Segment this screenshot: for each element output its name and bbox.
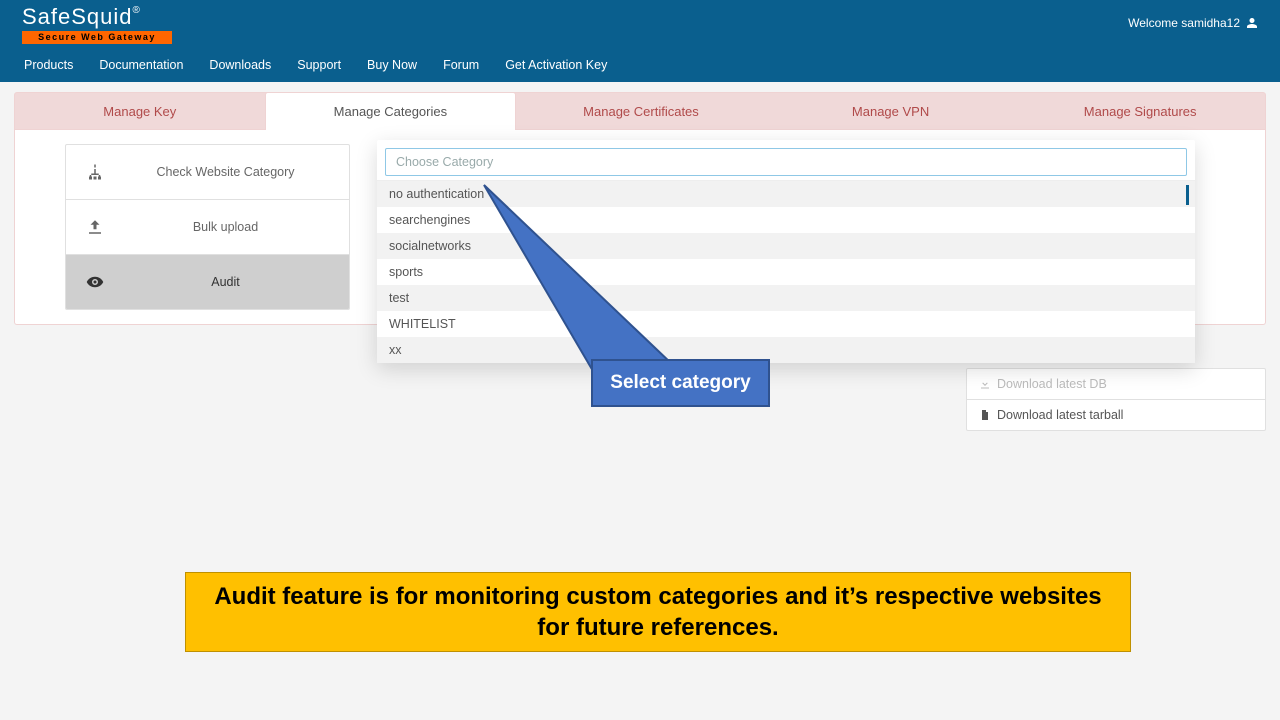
- tab-content: Check Website Category Bulk upload Audit…: [14, 130, 1266, 325]
- download-box: Download latest DB Download latest tarba…: [966, 368, 1266, 431]
- category-input-wrap: [385, 148, 1187, 176]
- side-item-audit[interactable]: Audit: [66, 255, 349, 309]
- user-icon: [1246, 17, 1258, 29]
- category-option[interactable]: test: [377, 285, 1195, 311]
- category-dropdown: no authentication searchengines socialne…: [377, 140, 1195, 363]
- category-option[interactable]: sports: [377, 259, 1195, 285]
- nav-support[interactable]: Support: [297, 58, 341, 72]
- nav-forum[interactable]: Forum: [443, 58, 479, 72]
- side-menu: Check Website Category Bulk upload Audit: [65, 144, 350, 310]
- upload-icon: [86, 218, 104, 236]
- tab-strip: Manage Key Manage Categories Manage Cert…: [14, 92, 1266, 130]
- category-input[interactable]: [386, 149, 1186, 175]
- nav-products[interactable]: Products: [24, 58, 73, 72]
- category-options[interactable]: no authentication searchengines socialne…: [377, 180, 1195, 363]
- download-icon: [979, 378, 991, 390]
- side-item-label: Audit: [122, 275, 329, 289]
- file-icon: [979, 409, 991, 421]
- logo-registered: ®: [133, 5, 140, 16]
- nav-downloads[interactable]: Downloads: [209, 58, 271, 72]
- page-body: Manage Key Manage Categories Manage Cert…: [0, 82, 1280, 335]
- logo-text: SafeSquid: [22, 4, 133, 29]
- category-option[interactable]: socialnetworks: [377, 233, 1195, 259]
- top-header: SafeSquid® Secure Web Gateway Welcome sa…: [0, 0, 1280, 82]
- side-item-label: Check Website Category: [122, 165, 329, 179]
- category-option[interactable]: xx: [377, 337, 1195, 363]
- info-banner-text: Audit feature is for monitoring custom c…: [214, 583, 1101, 641]
- brand-logo: SafeSquid® Secure Web Gateway: [22, 6, 1258, 44]
- tab-manage-categories[interactable]: Manage Categories: [265, 92, 517, 130]
- welcome-text: Welcome samidha12: [1128, 16, 1240, 30]
- tab-manage-certificates[interactable]: Manage Certificates: [516, 93, 766, 129]
- download-box-header: Download latest DB: [967, 369, 1265, 400]
- side-item-bulk-upload[interactable]: Bulk upload: [66, 200, 349, 255]
- eye-icon: [86, 273, 104, 291]
- category-option[interactable]: searchengines: [377, 207, 1195, 233]
- tab-manage-key[interactable]: Manage Key: [15, 93, 265, 129]
- nav-get-activation-key[interactable]: Get Activation Key: [505, 58, 607, 72]
- logo-tagline: Secure Web Gateway: [22, 31, 172, 44]
- callout-select-category: Select category: [591, 359, 770, 407]
- side-item-label: Bulk upload: [122, 220, 329, 234]
- download-box-header-text: Download latest DB: [997, 377, 1107, 391]
- side-item-check-website-category[interactable]: Check Website Category: [66, 145, 349, 200]
- tab-manage-vpn[interactable]: Manage VPN: [766, 93, 1016, 129]
- welcome-user[interactable]: Welcome samidha12: [1128, 16, 1258, 30]
- category-option[interactable]: WHITELIST: [377, 311, 1195, 337]
- nav-buy-now[interactable]: Buy Now: [367, 58, 417, 72]
- nav-documentation[interactable]: Documentation: [99, 58, 183, 72]
- callout-text: Select category: [610, 372, 750, 394]
- download-row-text: Download latest tarball: [997, 408, 1123, 422]
- category-option[interactable]: no authentication: [377, 181, 1195, 207]
- hierarchy-icon: [86, 163, 104, 181]
- tab-manage-signatures[interactable]: Manage Signatures: [1015, 93, 1265, 129]
- info-banner: Audit feature is for monitoring custom c…: [185, 572, 1131, 652]
- input-accent-bar: [1186, 185, 1189, 205]
- primary-nav: Products Documentation Downloads Support…: [22, 44, 1258, 82]
- download-latest-tarball[interactable]: Download latest tarball: [967, 400, 1265, 430]
